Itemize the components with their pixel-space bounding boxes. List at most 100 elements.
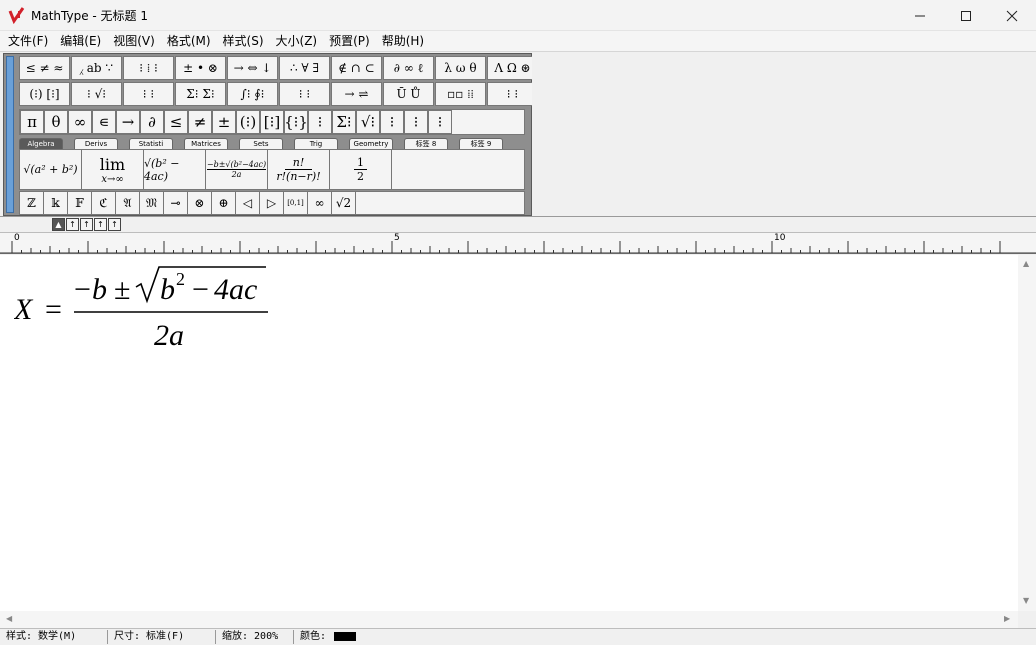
fraction-template-button[interactable]: ⁝ bbox=[308, 110, 332, 134]
embellishments-palette[interactable]: ⁝ ⁞ ⁝ bbox=[123, 56, 174, 80]
tab-algebra[interactable]: Algebra bbox=[19, 138, 63, 149]
fraktur-m-symbol-button[interactable]: 𝔐 bbox=[140, 192, 164, 214]
fraction-radical-palette[interactable]: ⁝ √⁝ bbox=[71, 82, 122, 106]
size-subsymbol-button[interactable]: ↑ bbox=[108, 218, 121, 231]
ruler[interactable]: 0 5 10 bbox=[0, 233, 1036, 254]
right-triangle-symbol-button[interactable]: ▷ bbox=[260, 192, 284, 214]
tab-derivs[interactable]: Derivs bbox=[74, 138, 118, 149]
partial-symbol-button[interactable]: ∂ bbox=[140, 110, 164, 134]
tab-geometry[interactable]: Geometry bbox=[349, 138, 393, 149]
maximize-button[interactable] bbox=[943, 0, 989, 31]
vertical-scrollbar[interactable]: ▲ ▼ bbox=[1018, 255, 1036, 611]
matrix-templates-palette[interactable]: ▫▫ ⁞⁞ bbox=[435, 82, 486, 106]
closed-interval-button[interactable]: [0,1] bbox=[284, 192, 308, 214]
summation-templates-palette[interactable]: Σ⁝ Σ⁝ bbox=[175, 82, 226, 106]
scroll-up-icon[interactable]: ▲ bbox=[1023, 259, 1029, 268]
menu-edit[interactable]: 编辑(E) bbox=[54, 31, 107, 51]
superscript-template-button[interactable]: ⁝ bbox=[380, 110, 404, 134]
tab-sets[interactable]: Sets bbox=[239, 138, 283, 149]
subsup-template-button[interactable]: ⁝ bbox=[428, 110, 452, 134]
field-k-symbol-button[interactable]: 𝕜 bbox=[44, 192, 68, 214]
relational-symbols-palette[interactable]: ≤ ≠ ≈ bbox=[19, 56, 70, 80]
size-sub-button[interactable]: ↑ bbox=[66, 218, 79, 231]
labeled-arrow-palette[interactable]: → ⇌ bbox=[331, 82, 382, 106]
operator-symbols-palette[interactable]: ± • ⊗ bbox=[175, 56, 226, 80]
not-equal-symbol-button[interactable]: ≠ bbox=[188, 110, 212, 134]
scroll-left-icon[interactable]: ◀ bbox=[6, 614, 12, 623]
empty-template-slot[interactable] bbox=[392, 150, 524, 189]
close-button[interactable] bbox=[989, 0, 1035, 31]
toolbar-grip-handle[interactable] bbox=[6, 56, 14, 213]
subscript-superscript-palette[interactable]: ⁝ ⁝ bbox=[123, 82, 174, 106]
fraktur-c-symbol-button[interactable]: ℭ bbox=[92, 192, 116, 214]
hypotenuse-template[interactable]: √(a² + b²) bbox=[20, 150, 82, 189]
products-set-theory-palette[interactable]: Ū Ů bbox=[383, 82, 434, 106]
combination-numerator: n! bbox=[284, 156, 313, 170]
box-templates-palette[interactable]: ⁝ ⁝ bbox=[487, 82, 538, 106]
less-equal-symbol-button[interactable]: ≤ bbox=[164, 110, 188, 134]
sqrt-two-button[interactable]: √2 bbox=[332, 192, 356, 214]
horizontal-scrollbar[interactable]: ◀ ▶ bbox=[0, 611, 1018, 628]
menu-format[interactable]: 格式(M) bbox=[161, 31, 217, 51]
greek-uppercase-palette[interactable]: Λ Ω ⊛ bbox=[487, 56, 538, 80]
right-arrow-symbol-button[interactable]: → bbox=[116, 110, 140, 134]
size-symbol-button[interactable]: ↑ bbox=[94, 218, 107, 231]
logical-symbols-palette[interactable]: ∴ ∀ ∃ bbox=[279, 56, 330, 80]
scroll-right-icon[interactable]: ▶ bbox=[1004, 614, 1010, 623]
menu-view[interactable]: 视图(V) bbox=[107, 31, 161, 51]
eq-equals: = bbox=[45, 293, 62, 326]
fraktur-a-symbol-button[interactable]: 𝔄 bbox=[116, 192, 140, 214]
braces-template-button[interactable]: {⁝} bbox=[284, 110, 308, 134]
parentheses-template-button[interactable]: (⁝) bbox=[236, 110, 260, 134]
plus-minus-symbol-button[interactable]: ± bbox=[212, 110, 236, 134]
subscript-template-button[interactable]: ⁝ bbox=[404, 110, 428, 134]
menu-style[interactable]: 样式(S) bbox=[217, 31, 270, 51]
radical-template-button[interactable]: √⁝ bbox=[356, 110, 380, 134]
menu-help[interactable]: 帮助(H) bbox=[376, 31, 430, 51]
combination-template[interactable]: n! r!(n−r)! bbox=[268, 150, 330, 189]
minimize-button[interactable] bbox=[897, 0, 943, 31]
summation-template-button[interactable]: Σ⁝ bbox=[332, 110, 356, 134]
brackets-template-button[interactable]: [⁝] bbox=[260, 110, 284, 134]
spaces-ellipses-palette[interactable]: ⁁ ab ∵ bbox=[71, 56, 122, 80]
theta-symbol-button[interactable]: θ bbox=[44, 110, 68, 134]
eq-minus: − bbox=[192, 273, 209, 306]
tab-matrices[interactable]: Matrices bbox=[184, 138, 228, 149]
tab-8[interactable]: 标签 8 bbox=[404, 138, 448, 149]
size-subsub-button[interactable]: ↑ bbox=[80, 218, 93, 231]
misc-symbols-palette[interactable]: ∂ ∞ ℓ bbox=[383, 56, 434, 80]
menu-file[interactable]: 文件(F) bbox=[2, 31, 54, 51]
menu-size[interactable]: 大小(Z) bbox=[270, 31, 324, 51]
tab-statistics[interactable]: Statisti bbox=[129, 138, 173, 149]
tab-trig[interactable]: Trig bbox=[294, 138, 338, 149]
tab-9[interactable]: 标签 9 bbox=[459, 138, 503, 149]
multimap-symbol-button[interactable]: ⊸ bbox=[164, 192, 188, 214]
title-bar: MathType - 无标题 1 bbox=[0, 0, 1036, 31]
fence-templates-palette[interactable]: (⁝) [⁝] bbox=[19, 82, 70, 106]
ruler-ticks bbox=[0, 241, 1036, 254]
one-half-template[interactable]: 1 2 bbox=[330, 150, 392, 189]
size-buttons: ▲ ↑ ↑ ↑ ↑ bbox=[52, 218, 122, 231]
empty-symbol-slot[interactable] bbox=[356, 192, 524, 214]
discriminant-template[interactable]: √(b² − 4ac) bbox=[144, 150, 206, 189]
infinity-button[interactable]: ∞ bbox=[308, 192, 332, 214]
menu-preferences[interactable]: 预置(P) bbox=[323, 31, 376, 51]
element-of-symbol-button[interactable]: ∊ bbox=[92, 110, 116, 134]
arrow-symbols-palette[interactable]: → ⇔ ↓ bbox=[227, 56, 278, 80]
infinity-symbol-button[interactable]: ∞ bbox=[68, 110, 92, 134]
circled-plus-symbol-button[interactable]: ⊕ bbox=[212, 192, 236, 214]
left-triangle-symbol-button[interactable]: ◁ bbox=[236, 192, 260, 214]
field-f-symbol-button[interactable]: 𝔽 bbox=[68, 192, 92, 214]
underbar-overbar-palette[interactable]: ⁝ ⁝ bbox=[279, 82, 330, 106]
limit-template[interactable]: lim x→∞ bbox=[82, 150, 144, 189]
circled-times-symbol-button[interactable]: ⊗ bbox=[188, 192, 212, 214]
integers-symbol-button[interactable]: ℤ bbox=[20, 192, 44, 214]
pi-symbol-button[interactable]: π bbox=[20, 110, 44, 134]
set-theory-palette[interactable]: ∉ ∩ ⊂ bbox=[331, 56, 382, 80]
quadratic-formula-template[interactable]: −b±√(b²−4ac) 2a bbox=[206, 150, 268, 189]
equation-editing-area[interactable]: X = − b ± b 2 − 4ac 2a bbox=[0, 255, 1018, 611]
scroll-down-icon[interactable]: ▼ bbox=[1023, 596, 1029, 605]
integral-templates-palette[interactable]: ∫⁝ ∮⁝ bbox=[227, 82, 278, 106]
size-full-button[interactable]: ▲ bbox=[52, 218, 65, 231]
greek-lowercase-palette[interactable]: λ ω θ bbox=[435, 56, 486, 80]
